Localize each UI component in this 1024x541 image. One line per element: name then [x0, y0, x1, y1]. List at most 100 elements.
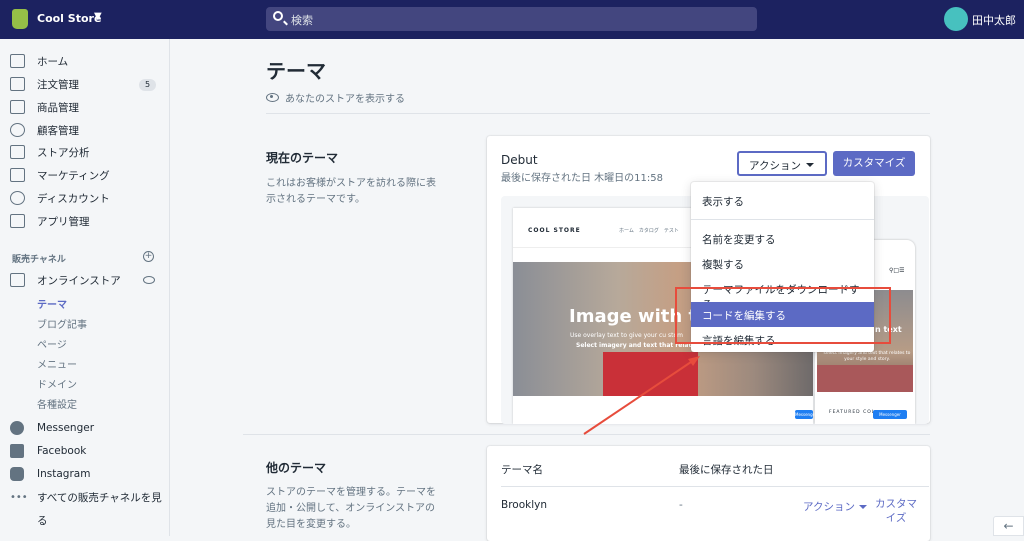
menu-item-duplicate[interactable]: 複製する	[691, 251, 874, 276]
row-customize-link[interactable]: カスタマ イズ	[875, 497, 917, 525]
featured-label: FEATURED COL	[829, 410, 876, 415]
shopify-logo-icon[interactable]	[12, 9, 28, 29]
customize-label: イズ	[885, 512, 907, 524]
channel-view-all[interactable]: ••• すべての販売チャネルを見	[10, 487, 162, 507]
row-action-label: アクション	[803, 501, 855, 513]
messenger-icon	[10, 421, 24, 435]
sidebar-item-apps[interactable]: アプリ管理	[10, 211, 90, 231]
sidebar-item-label: ディスカウント	[37, 192, 110, 205]
bar-chart-icon	[10, 145, 25, 159]
search-input[interactable]: 検索	[266, 7, 757, 31]
action-button[interactable]: アクション	[737, 151, 827, 176]
row-action-link[interactable]: アクション	[803, 499, 867, 514]
annotation-highlight-box	[675, 287, 891, 344]
instagram-icon	[10, 467, 24, 481]
back-arrow-button[interactable]: ←	[993, 516, 1024, 536]
description-line: 追加・公開して、オンラインストアの	[266, 503, 435, 514]
channel-label: Instagram	[37, 468, 91, 480]
messenger-badge: Messenger	[873, 410, 907, 419]
channel-label-continued[interactable]: る	[37, 513, 48, 528]
customize-button[interactable]: カスタマイズ	[833, 151, 915, 176]
sidebar-item-label: オンラインストア	[37, 274, 121, 287]
preview-hero-sub: Use overlay text to give your cu stom	[570, 332, 684, 339]
facebook-icon	[10, 444, 24, 458]
sidebar-item-label: 顧客管理	[37, 124, 79, 137]
eye-icon	[266, 93, 279, 102]
sidebar-subitem-themes[interactable]: テーマ	[37, 296, 67, 311]
sidebar-subitem-settings[interactable]: 各種設定	[37, 396, 77, 411]
avatar[interactable]	[944, 7, 968, 31]
other-themes-description: ストアのテーマを管理する。テーマを 追加・公開して、オンラインストアの 見た目を…	[266, 485, 446, 533]
channel-facebook[interactable]: Facebook	[10, 441, 86, 461]
mobile-hero-sub: select imagery and text that relates to …	[823, 351, 911, 362]
hero-figure	[817, 365, 913, 392]
messenger-badge: Messenger	[795, 410, 817, 419]
sidebar-item-discounts[interactable]: ディスカウント	[10, 188, 110, 208]
orders-icon	[10, 77, 25, 91]
sidebar-item-customers[interactable]: 顧客管理	[10, 120, 79, 140]
sidebar-item-label: 商品管理	[37, 101, 79, 114]
description-line: ストアのテーマを管理する。テーマを	[266, 487, 436, 498]
sidebar-item-marketing[interactable]: マーケティング	[10, 165, 110, 185]
user-name[interactable]: 田中太郎	[972, 12, 1016, 28]
description-line: 示されるテーマです。	[266, 194, 365, 205]
sidebar-item-label: 注文管理	[37, 78, 79, 91]
person-icon	[10, 123, 25, 137]
sidebar-item-label: ストア分析	[37, 146, 90, 159]
sidebar-subitem-blog[interactable]: ブログ記事	[37, 316, 87, 331]
menu-item-view[interactable]: 表示する	[691, 188, 874, 213]
sidebar-item-orders[interactable]: 注文管理	[10, 74, 79, 94]
discount-icon	[10, 191, 25, 205]
page-title: テーマ	[266, 59, 326, 83]
sidebar-item-label: アプリ管理	[37, 215, 90, 228]
megaphone-icon	[10, 168, 25, 182]
channel-messenger[interactable]: Messenger	[10, 418, 94, 438]
row-last-saved: -	[679, 499, 683, 511]
preview-nav: ホーム カタログ テスト	[619, 228, 679, 234]
sidebar-subitem-menu[interactable]: メニュー	[37, 356, 77, 371]
sidebar-item-online-store[interactable]: オンラインストア	[10, 270, 121, 290]
top-bar: Cool Store ▼ 検索 田中太郎	[0, 0, 1024, 39]
preview-logo: COOL STORE	[528, 227, 581, 234]
sidebar-subitem-domain[interactable]: ドメイン	[37, 376, 77, 391]
sidebar-item-home[interactable]: ホーム	[10, 51, 68, 71]
description-line: 見た目を変更する。	[266, 519, 356, 530]
view-store-label: あなたのストアを表示する	[285, 94, 405, 105]
apps-icon	[10, 214, 25, 228]
chevron-down-icon[interactable]: ▼	[94, 11, 102, 22]
theme-name: Debut	[501, 153, 538, 167]
current-theme-title: 現在のテーマ	[266, 151, 339, 165]
home-icon	[10, 54, 25, 68]
menu-item-rename[interactable]: 名前を変更する	[691, 226, 874, 251]
caret-down-icon	[858, 505, 867, 509]
channels-header: 販売チャネル	[12, 255, 66, 265]
divider	[243, 434, 930, 435]
tag-icon	[10, 100, 25, 114]
caret-down-icon	[806, 163, 814, 167]
search-placeholder: 検索	[291, 14, 313, 27]
last-saved-text: 最後に保存された日 木曜日の11:58	[501, 173, 663, 184]
store-name[interactable]: Cool Store	[37, 12, 101, 25]
mobile-nav-icons: ⚲□☰	[889, 267, 905, 274]
sidebar-item-label: マーケティング	[37, 169, 110, 182]
sidebar-item-products[interactable]: 商品管理	[10, 97, 79, 117]
divider	[266, 113, 930, 114]
view-store-eye-icon[interactable]	[143, 276, 155, 284]
channel-label: Facebook	[37, 445, 87, 457]
channel-label: Messenger	[37, 422, 95, 434]
row-theme-name: Brooklyn	[501, 499, 548, 511]
sidebar-item-label: ホーム	[37, 55, 69, 68]
search-icon	[273, 11, 283, 21]
view-store-link[interactable]: あなたのストアを表示する	[266, 90, 405, 105]
hero-figure	[603, 352, 698, 396]
sidebar-item-analytics[interactable]: ストア分析	[10, 142, 90, 162]
action-button-label: アクション	[749, 160, 801, 172]
menu-divider	[691, 219, 874, 220]
add-channel-icon[interactable]: +	[143, 251, 154, 262]
orders-count-badge: 5	[139, 79, 156, 91]
sidebar-subitem-pages[interactable]: ページ	[37, 336, 67, 351]
more-icon: •••	[10, 491, 28, 503]
other-themes-title: 他のテーマ	[266, 461, 327, 475]
description-line: これはお客様がストアを訪れる際に表	[266, 178, 436, 189]
channel-instagram[interactable]: Instagram	[10, 464, 90, 484]
